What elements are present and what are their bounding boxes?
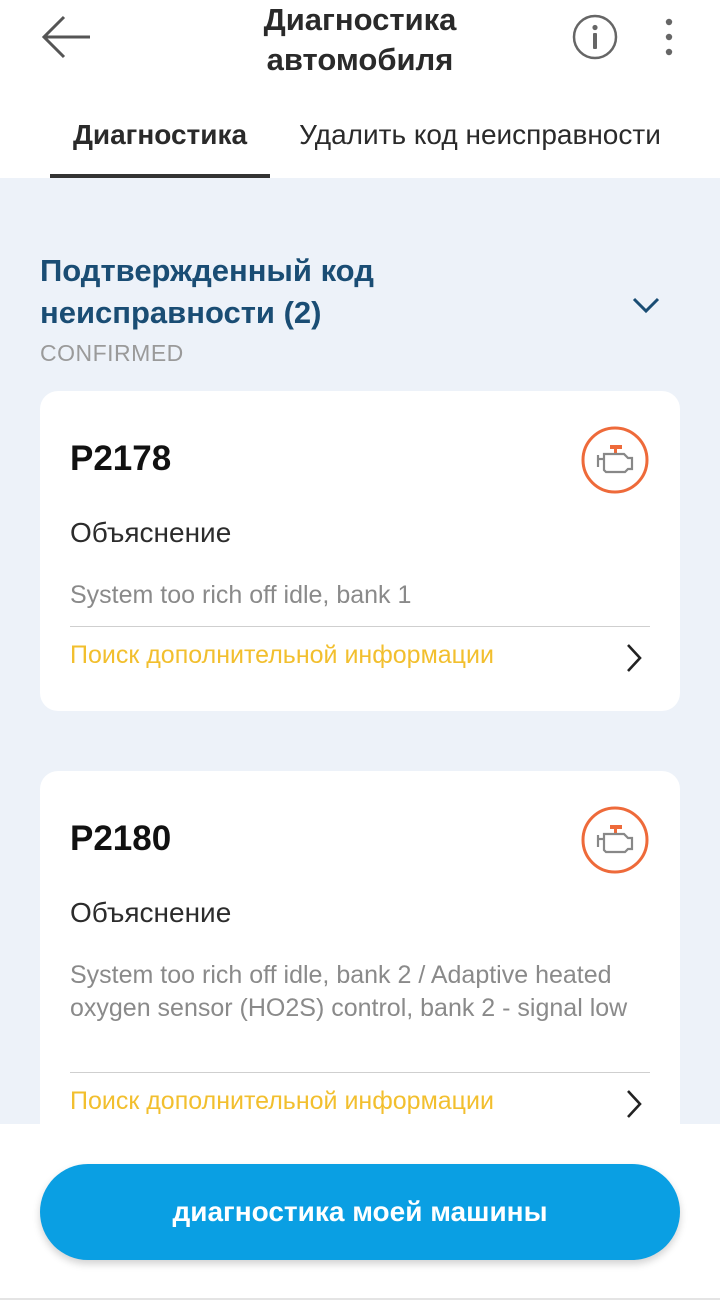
- tab-clear-fault-code[interactable]: Удалить код неисправности: [280, 92, 680, 178]
- more-vertical-icon: [665, 18, 673, 56]
- page-title: Диагностика автомобиля: [263, 2, 457, 77]
- info-circle-icon: [572, 14, 618, 60]
- section-expand-button[interactable]: [626, 288, 666, 324]
- more-info-link[interactable]: Поиск дополнительной информации: [40, 627, 680, 693]
- fault-code-card: P2180 Объяснение System too rich off idl…: [40, 771, 680, 1124]
- explanation-text: System too rich off idle, bank 2 / Adapt…: [70, 961, 628, 1022]
- diagnose-my-car-button[interactable]: диагностика моей машины: [40, 1164, 680, 1260]
- check-engine-icon: [581, 806, 649, 874]
- back-button[interactable]: [36, 12, 96, 62]
- tab-bar: Диагностика Удалить код неисправности: [0, 92, 720, 178]
- section-title: Подтвержденный код неисправности (2): [40, 253, 374, 330]
- fault-code-card: P2178 Объяснение System too rich off idl…: [40, 391, 680, 711]
- chevron-right-icon: [627, 1090, 642, 1118]
- app-header: Диагностика автомобиля: [0, 0, 720, 92]
- more-options-button[interactable]: [650, 14, 688, 60]
- fault-code: P2180: [70, 819, 172, 858]
- bottom-action-bar: диагностика моей машины: [0, 1124, 720, 1300]
- info-button[interactable]: [572, 14, 618, 60]
- explanation-label: Объяснение: [70, 897, 232, 928]
- fault-code-list[interactable]: Подтвержденный код неисправности (2) CON…: [0, 178, 720, 1124]
- chevron-down-icon: [632, 297, 660, 314]
- section-status: CONFIRMED: [40, 340, 184, 366]
- more-info-label: Поиск дополнительной информации: [70, 641, 494, 669]
- tab-diagnostics[interactable]: Диагностика: [50, 92, 270, 178]
- fault-code: P2178: [70, 439, 172, 478]
- arrow-left-icon: [41, 15, 90, 59]
- check-engine-icon: [581, 426, 649, 494]
- more-info-link[interactable]: Поиск дополнительной информации: [40, 1073, 680, 1124]
- explanation-label: Объяснение: [70, 517, 232, 548]
- chevron-right-icon: [627, 644, 642, 672]
- more-info-label: Поиск дополнительной информации: [70, 1087, 494, 1115]
- explanation-text: System too rich off idle, bank 1: [70, 581, 412, 609]
